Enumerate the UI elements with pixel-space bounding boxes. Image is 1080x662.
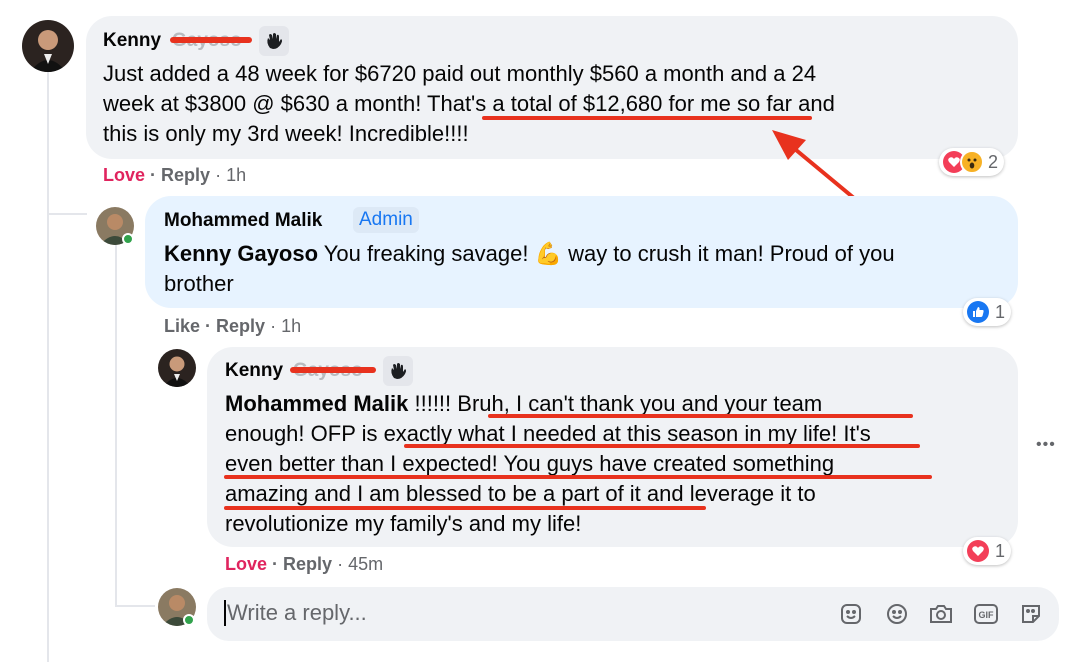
comment-actions: Love · Reply · 45m xyxy=(225,554,384,574)
comment-text-line-4: amazing and I am blessed to be a part of… xyxy=(225,481,816,506)
avatar-kenny[interactable] xyxy=(22,20,74,72)
reaction-count: 1 xyxy=(995,301,1006,322)
mention-link[interactable]: Kenny Gayoso xyxy=(164,241,318,266)
reply-cursor xyxy=(224,600,226,626)
avatar-kenny[interactable] xyxy=(158,349,196,387)
sticker-icon[interactable] xyxy=(836,599,866,629)
wave-icon[interactable] xyxy=(259,26,289,56)
love-action[interactable]: Love xyxy=(103,165,145,185)
timestamp[interactable]: 1h xyxy=(281,316,301,336)
svg-text:GIF: GIF xyxy=(979,610,995,620)
comment-author[interactable]: Kenny xyxy=(103,30,161,52)
comment-text: You freaking savage! xyxy=(318,241,535,266)
annotation-underline xyxy=(224,506,706,510)
camera-icon[interactable] xyxy=(926,599,956,629)
wave-icon[interactable] xyxy=(383,356,413,386)
comment-text-line-2: week at $3800 @ $630 a month! That's a t… xyxy=(103,91,835,116)
reaction-summary[interactable]: 1 xyxy=(963,298,1012,326)
comment-text-line-1: Kenny Gayoso You freaking savage! 💪 way … xyxy=(164,239,895,269)
comment-author[interactable]: Kenny xyxy=(225,360,283,382)
avatar-sticker-icon[interactable] xyxy=(1016,599,1046,629)
reply-action[interactable]: Reply xyxy=(161,165,210,185)
love-action[interactable]: Love xyxy=(225,554,267,574)
annotation-underline xyxy=(404,444,920,448)
thread-line-reply xyxy=(115,245,117,605)
reply-action[interactable]: Reply xyxy=(283,554,332,574)
comment-author[interactable]: Mohammed Malik xyxy=(164,210,322,232)
admin-badge: Admin xyxy=(353,207,419,233)
thread-line-nested xyxy=(115,605,155,607)
flexed-biceps-icon: 💪 xyxy=(534,241,562,266)
online-status-indicator xyxy=(122,233,134,245)
annotation-underline xyxy=(488,414,913,418)
comment-actions: Like · Reply · 1h xyxy=(164,316,302,336)
gif-icon[interactable]: GIF xyxy=(971,599,1001,629)
comment-text: way to crush it man! Proud of you xyxy=(561,241,895,266)
comment-text-line-2: brother xyxy=(164,271,234,296)
thread-line-main xyxy=(47,70,49,662)
comment-text-line-5: revolutionize my family's and my life! xyxy=(225,511,582,536)
more-options-icon[interactable]: ••• xyxy=(1036,436,1056,454)
redaction-mark xyxy=(170,37,252,43)
like-action[interactable]: Like xyxy=(164,316,200,336)
comment-text-line-1: Just added a 48 week for $6720 paid out … xyxy=(103,61,817,86)
comment-text: !!!!!! Bruh, I can't thank you and your … xyxy=(408,391,823,416)
thread-line-elbow xyxy=(47,213,87,215)
comment-text-line-3: this is only my 3rd week! Incredible!!!! xyxy=(103,121,469,146)
reaction-count: 1 xyxy=(995,540,1006,561)
emoji-icon[interactable] xyxy=(882,599,912,629)
reaction-summary[interactable]: 2 xyxy=(939,148,1005,176)
timestamp[interactable]: 45m xyxy=(348,554,383,574)
redaction-mark xyxy=(290,367,376,373)
mention-link[interactable]: Mohammed Malik xyxy=(225,391,408,416)
reaction-summary[interactable]: 1 xyxy=(963,537,1012,565)
like-react-icon xyxy=(967,301,989,323)
comment-actions: Love · Reply · 1h xyxy=(103,165,247,185)
reply-action[interactable]: Reply xyxy=(216,316,265,336)
reaction-count: 2 xyxy=(988,151,999,172)
wow-react-icon xyxy=(960,150,984,174)
timestamp[interactable]: 1h xyxy=(226,165,246,185)
love-react-icon xyxy=(967,540,989,562)
online-status-indicator xyxy=(183,614,195,626)
reply-input[interactable]: Write a reply... xyxy=(227,600,367,626)
annotation-underline xyxy=(224,475,932,479)
